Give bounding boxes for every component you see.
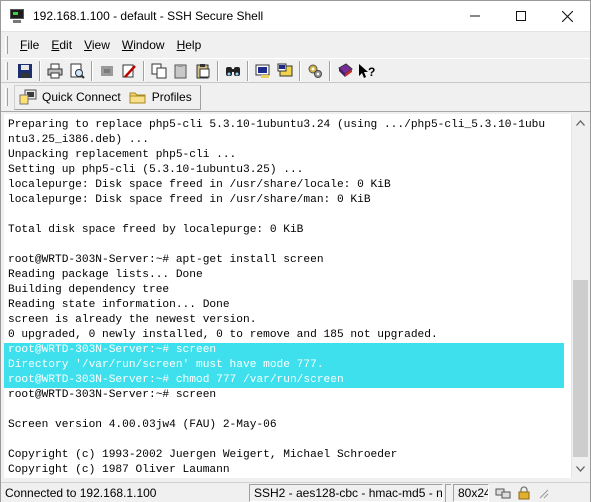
terminal-line: Building dependency tree	[8, 284, 170, 296]
quickbar-grip[interactable]	[5, 88, 8, 106]
paste-clipboard-icon	[196, 63, 210, 78]
file-transfer-button[interactable]	[252, 60, 274, 82]
minimize-button[interactable]	[452, 1, 498, 31]
print-icon	[47, 63, 63, 78]
terminal-line: Screen version 4.00.03jw4 (FAU) 2-May-06	[8, 419, 277, 431]
maximize-icon	[516, 11, 526, 21]
disconnect-icon	[101, 65, 113, 76]
terminal-line-selected: root@WRTD-303N-Server:~# screen	[4, 343, 564, 358]
copy-button[interactable]	[148, 60, 170, 82]
new-terminal-icon	[277, 63, 293, 76]
print-button[interactable]	[44, 60, 66, 82]
size-grip-icon[interactable]	[537, 487, 549, 499]
folder-icon	[129, 89, 147, 105]
terminal-line-selected: root@WRTD-303N-Server:~# chmod 777 /var/…	[4, 373, 564, 388]
quick-connect-group: Quick Connect Profiles	[14, 84, 201, 110]
chevron-up-icon	[576, 119, 585, 126]
close-icon	[561, 10, 573, 22]
ssh-app-icon	[9, 8, 25, 24]
new-terminal-button[interactable]	[274, 60, 296, 82]
find-icon	[226, 66, 240, 76]
terminal-size: 80x24	[453, 483, 489, 502]
new-connection-button[interactable]	[118, 60, 140, 82]
protocol-status: SSH2 - aes128-cbc - hmac-md5 - nc	[249, 483, 443, 502]
minimize-icon	[470, 15, 480, 17]
terminal-line: root@WRTD-303N-Server:~# apt-get install…	[8, 254, 324, 266]
terminal-line: Total disk space freed by localepurge: 0…	[8, 224, 304, 236]
scrollbar-thumb[interactable]	[573, 280, 588, 457]
vertical-scrollbar[interactable]	[571, 114, 589, 478]
status-bar: Connected to 192.168.1.100 SSH2 - aes128…	[1, 482, 590, 502]
context-help-icon: ?	[359, 63, 375, 79]
scroll-up-button[interactable]	[572, 114, 589, 131]
terminal-line: Reading package lists... Done	[8, 269, 203, 281]
status-divider	[445, 483, 451, 502]
paste-button[interactable]	[170, 60, 192, 82]
find-button[interactable]	[222, 60, 244, 82]
encryption-lock-icon	[517, 485, 531, 500]
menu-edit[interactable]: Edit	[45, 35, 78, 55]
connection-status: Connected to 192.168.1.100	[5, 485, 157, 500]
profiles-label: Profiles	[151, 90, 192, 104]
window-title: 192.168.1.100 - default - SSH Secure She…	[33, 9, 264, 23]
terminal-line: Unpacking replacement php5-cli ...	[8, 149, 237, 161]
ssh-client-window: 192.168.1.100 - default - SSH Secure She…	[0, 0, 591, 502]
terminal-line: screen is already the newest version.	[8, 314, 257, 326]
terminal-line: Preparing to replace php5-cli 5.3.10-1ub…	[8, 119, 546, 131]
menu-bar: File Edit View Window Help	[1, 31, 590, 58]
settings-button[interactable]	[304, 60, 326, 82]
print-preview-button[interactable]	[66, 60, 88, 82]
network-activity-icon	[495, 486, 511, 500]
menu-view[interactable]: View	[78, 35, 116, 55]
print-preview-icon	[70, 63, 85, 79]
menu-window[interactable]: Window	[116, 35, 171, 55]
save-button[interactable]	[14, 60, 36, 82]
status-icons	[495, 485, 555, 500]
quick-connect-button[interactable]: Quick Connect	[15, 86, 125, 108]
quick-connect-label: Quick Connect	[42, 90, 121, 104]
maximize-button[interactable]	[498, 1, 544, 31]
scroll-down-button[interactable]	[572, 460, 589, 477]
terminal-line: localepurge: Disk space freed in /usr/sh…	[8, 179, 391, 191]
title-bar[interactable]: 192.168.1.100 - default - SSH Secure She…	[1, 1, 590, 31]
terminal-line: localepurge: Disk space freed in /usr/sh…	[8, 194, 371, 206]
context-help-button[interactable]: ?	[356, 60, 378, 82]
help-book-button[interactable]	[334, 60, 356, 82]
file-transfer-icon	[255, 64, 270, 78]
disconnect-button[interactable]	[96, 60, 118, 82]
close-button[interactable]	[544, 1, 590, 31]
terminal-line: Copyright (c) 1987 Oliver Laumann	[8, 464, 230, 476]
terminal-line-selected: Directory '/var/run/screen' must have mo…	[4, 358, 564, 373]
terminal-line: Copyright (c) 1993-2002 Juergen Weigert,…	[8, 449, 398, 461]
menu-grip[interactable]	[5, 36, 8, 54]
svg-text:?: ?	[368, 65, 375, 79]
quick-connect-bar: Quick Connect Profiles	[1, 83, 590, 112]
help-book-icon	[338, 62, 353, 77]
save-icon	[18, 63, 32, 78]
terminal-output[interactable]: Preparing to replace php5-cli 5.3.10-1ub…	[4, 118, 564, 478]
terminal-line: ntu3.25_i386.deb) ...	[8, 134, 149, 146]
new-connection-icon	[122, 64, 136, 78]
terminal-line: 0 upgraded, 0 newly installed, 0 to remo…	[8, 329, 438, 341]
quick-connect-icon	[19, 89, 37, 105]
profiles-button[interactable]: Profiles	[125, 86, 196, 108]
terminal-line: root@WRTD-303N-Server:~# screen	[8, 389, 217, 401]
settings-icon	[308, 64, 322, 78]
terminal-area[interactable]: Preparing to replace php5-cli 5.3.10-1ub…	[4, 114, 571, 478]
menu-help[interactable]: Help	[171, 35, 208, 55]
toolbar-grip[interactable]	[5, 61, 8, 80]
chevron-down-icon	[576, 465, 585, 472]
paste-clipboard-button[interactable]	[192, 60, 214, 82]
menu-file[interactable]: File	[14, 35, 45, 55]
terminal-line: Reading state information... Done	[8, 299, 230, 311]
copy-icon	[151, 63, 167, 78]
toolbar: ?	[1, 58, 590, 83]
terminal-line: Setting up php5-cli (5.3.10-1ubuntu3.25)…	[8, 164, 304, 176]
paste-icon	[174, 63, 187, 78]
